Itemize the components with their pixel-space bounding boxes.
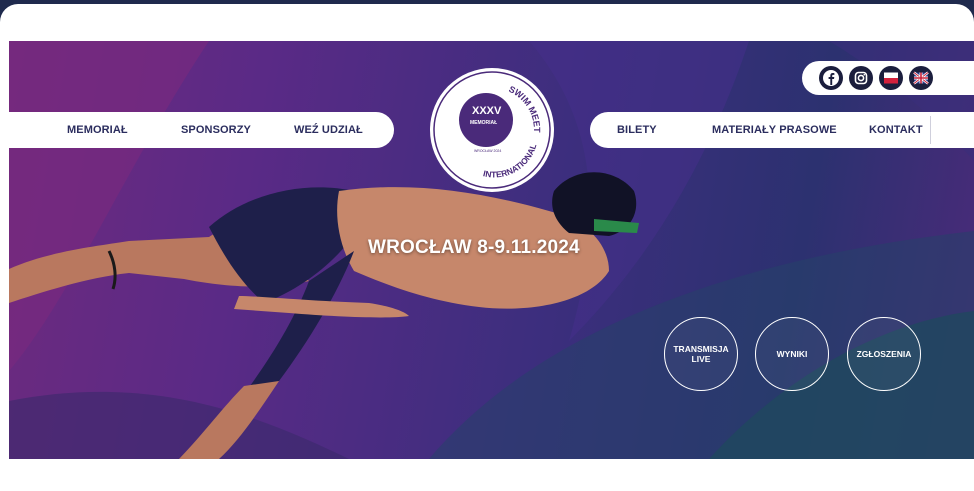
registration-button[interactable]: ZGŁOSZENIA — [847, 317, 921, 391]
nav-item-press-materials[interactable]: MATERIAŁY PRASOWE — [712, 124, 837, 136]
main-nav-left: MEMORIAŁ SPONSORZY WEŹ UDZIAŁ — [9, 112, 394, 148]
results-label: WYNIKI — [776, 349, 808, 359]
facebook-icon[interactable] — [819, 66, 843, 90]
logo-year-tag: WROCŁAW 2024 — [474, 149, 501, 153]
instagram-icon[interactable] — [849, 66, 873, 90]
live-stream-button[interactable]: TRANSMISJA LIVE — [664, 317, 738, 391]
uk-flag-icon[interactable] — [909, 66, 933, 90]
logo-line: MEMORIAŁ — [470, 120, 497, 126]
hero-banner: MEMORIAŁ SPONSORZY WEŹ UDZIAŁ BILETY MAT… — [9, 41, 974, 459]
social-language-bar — [802, 61, 974, 95]
nav-item-sponsors[interactable]: SPONSORZY — [181, 124, 251, 136]
nav-item-tickets[interactable]: BILETY — [617, 124, 657, 136]
browser-frame: MEMORIAŁ SPONSORZY WEŹ UDZIAŁ BILETY MAT… — [0, 4, 974, 491]
event-logo[interactable]: XXXV MEMORIAŁ WROCŁAW 2024 SWIM MEET INT… — [430, 68, 554, 192]
nav-item-memorial[interactable]: MEMORIAŁ — [67, 124, 128, 136]
event-date-headline: WROCŁAW 8-9.11.2024 — [368, 237, 580, 258]
nav-item-contact[interactable]: KONTAKT — [869, 124, 923, 136]
live-stream-label: TRANSMISJA LIVE — [673, 344, 729, 364]
results-button[interactable]: WYNIKI — [755, 317, 829, 391]
registration-label: ZGŁOSZENIA — [856, 349, 912, 359]
poland-flag-icon[interactable] — [879, 66, 903, 90]
logo-roman-numeral: XXXV — [472, 105, 502, 117]
nav-item-participate[interactable]: WEŹ UDZIAŁ — [294, 124, 363, 136]
nav-divider — [930, 116, 931, 144]
event-logo-emblem: XXXV MEMORIAŁ WROCŁAW 2024 SWIM MEET INT… — [433, 71, 551, 190]
main-nav-right: BILETY MATERIAŁY PRASOWE KONTAKT — [590, 112, 974, 148]
